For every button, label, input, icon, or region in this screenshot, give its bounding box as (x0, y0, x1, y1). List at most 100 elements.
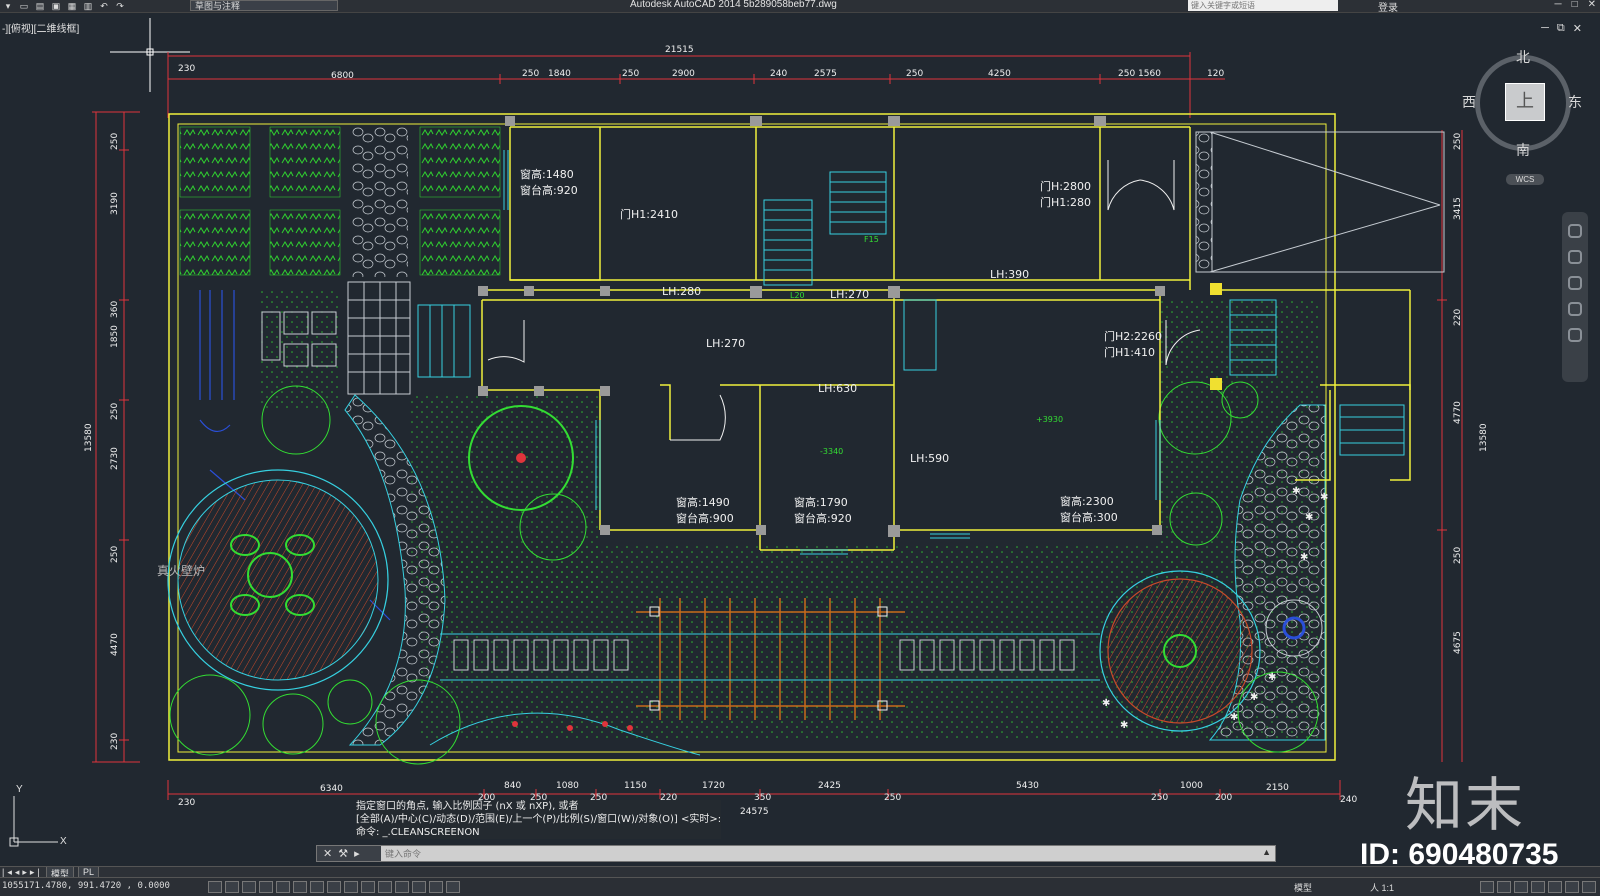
close-icon[interactable]: ✕ (323, 847, 332, 860)
isolate-icon[interactable] (1565, 881, 1579, 893)
stair-label: F15 (864, 235, 879, 244)
lineweight-icon[interactable] (378, 881, 392, 893)
door-height-label: 门H2:2260 (1104, 329, 1162, 343)
dim-bottom: 1000 (1180, 781, 1203, 791)
dim-top: 250 (622, 69, 639, 79)
recent-commands-icon[interactable]: ▸ (354, 847, 360, 860)
help-search-input[interactable]: 键入关键字或短语 (1188, 0, 1338, 11)
autoscale-icon[interactable] (1497, 881, 1511, 893)
ortho-icon[interactable] (259, 881, 273, 893)
wcs-menu[interactable]: WCS (1506, 174, 1544, 185)
dim-top: 4250 (988, 69, 1011, 79)
infer-icon[interactable] (208, 881, 222, 893)
dim-left: 3190 (110, 192, 120, 215)
shrub-beds (179, 126, 501, 276)
dim-left: 250 (110, 403, 120, 420)
compass-south[interactable]: 南 (1516, 140, 1530, 160)
am-icon[interactable] (446, 881, 460, 893)
model-space-toggle[interactable]: 模型 (1294, 881, 1312, 894)
viewcube-top-face[interactable]: 上 (1505, 83, 1545, 121)
stair-label: L20 (790, 291, 805, 300)
save-icon[interactable]: ▣ (50, 1, 62, 11)
app-menu-icon[interactable]: ▾ (2, 1, 14, 11)
snap-icon[interactable] (225, 881, 239, 893)
zoom-icon[interactable] (1568, 276, 1582, 290)
command-history: 指定窗口的角点, 输入比例因子 (nX 或 nXP), 或者 [全部(A)/中心… (356, 800, 722, 839)
command-input[interactable] (383, 847, 1267, 862)
osnap-icon[interactable] (293, 881, 307, 893)
compass-north[interactable]: 北 (1516, 47, 1530, 67)
command-line: ✕ ⚒ ▸ ▲ (316, 845, 1276, 862)
close-button[interactable]: ✕ (1588, 0, 1596, 10)
door-height-label: 门H:2800 (1040, 179, 1091, 193)
dim-bottom: 230 (178, 798, 195, 808)
watermark-logo: 知末 (1405, 771, 1526, 839)
crosshair-cursor (110, 18, 190, 92)
qp-icon[interactable] (412, 881, 426, 893)
dyn-icon[interactable] (361, 881, 375, 893)
showmotion-icon[interactable] (1568, 328, 1582, 342)
dim-right: 250 (1453, 133, 1463, 150)
compass-east[interactable]: 东 (1568, 92, 1582, 112)
level-label: LH:270 (706, 337, 745, 350)
svg-text:Y: Y (16, 784, 23, 795)
level-label: LH:270 (830, 288, 869, 301)
dim-right: 250 (1453, 547, 1463, 564)
command-history-line: 命令: _.CLEANSCREENON (356, 827, 480, 838)
drawing-canvas[interactable]: 21515 230 6800 250 1840 250 2900 240 257… (0, 14, 1600, 864)
minimize-button[interactable]: ─ (1554, 0, 1561, 10)
level-label: LH:590 (910, 452, 949, 465)
dim-left: 4470 (110, 633, 120, 656)
signin-button[interactable]: 登录 (1378, 0, 1398, 14)
door-height-label: 门H1:2410 (620, 207, 678, 221)
svg-text:✱: ✱ (1305, 512, 1313, 523)
sc-icon[interactable] (429, 881, 443, 893)
round-deck-left: 真火壁炉 (157, 469, 389, 691)
workspace-switch-icon[interactable] (1514, 881, 1528, 893)
dim-left: 13580 (84, 423, 94, 452)
dim-bottom: 1080 (556, 781, 579, 791)
grid-icon[interactable] (242, 881, 256, 893)
pan-icon[interactable] (1568, 250, 1582, 264)
compass-west[interactable]: 西 (1462, 92, 1476, 112)
annotation-visibility-icon[interactable] (1480, 881, 1494, 893)
transparency-icon[interactable] (395, 881, 409, 893)
polar-icon[interactable] (276, 881, 290, 893)
print-icon[interactable]: ▥ (82, 1, 94, 11)
lock-icon[interactable] (1531, 881, 1545, 893)
dim-top: 250 (906, 69, 923, 79)
workspace-dropdown[interactable]: 草图与注释 (190, 0, 338, 11)
open-icon[interactable]: ▤ (34, 1, 46, 11)
level-label: LH:280 (662, 285, 701, 298)
window-height-label: 窗高:1790 (794, 495, 848, 509)
customize-icon[interactable]: ⚒ (338, 847, 348, 860)
hardware-accel-icon[interactable] (1548, 881, 1562, 893)
redo-icon[interactable]: ↷ (114, 1, 126, 11)
dim-right: 4770 (1453, 401, 1463, 424)
dim-bottom: 2425 (818, 781, 841, 791)
title-bar: ▾ ▭ ▤ ▣ ▦ ▥ ↶ ↷ 草图与注释 Autodesk AutoCAD 2… (0, 0, 1600, 14)
maximize-button[interactable]: □ (1572, 0, 1578, 10)
dim-bottom: 200 (1215, 793, 1232, 803)
command-history-line: [全部(A)/中心(C)/动态(D)/范围(E)/上一个(P)/比例(S)/窗口… (356, 814, 722, 825)
dim-bottom: 250 (1151, 793, 1168, 803)
clean-screen-icon[interactable] (1582, 881, 1596, 893)
annotation-scale[interactable]: 人 1:1 (1370, 881, 1394, 894)
new-icon[interactable]: ▭ (18, 1, 30, 11)
otrack-icon[interactable] (327, 881, 341, 893)
saveas-icon[interactable]: ▦ (66, 1, 78, 11)
orbit-icon[interactable] (1568, 302, 1582, 316)
viewcube[interactable]: 上 北 南 西 东 WCS (1462, 47, 1582, 185)
status-bar: 1055171.4780, 991.4720 , 0.0000 模型 人 1:1 (0, 877, 1600, 896)
steering-wheel-icon[interactable] (1568, 224, 1582, 238)
dim-bottom: 1150 (624, 781, 647, 791)
ucs-icon: Y X (9, 784, 67, 847)
3dosnap-icon[interactable] (310, 881, 324, 893)
undo-icon[interactable]: ↶ (98, 1, 110, 11)
ducs-icon[interactable] (344, 881, 358, 893)
svg-text:✱: ✱ (1102, 698, 1110, 709)
dim-top: 6800 (331, 71, 354, 81)
drafting-tools (208, 881, 460, 893)
dim-bottom: 5430 (1016, 781, 1039, 791)
chevron-up-icon[interactable]: ▲ (1262, 847, 1271, 857)
